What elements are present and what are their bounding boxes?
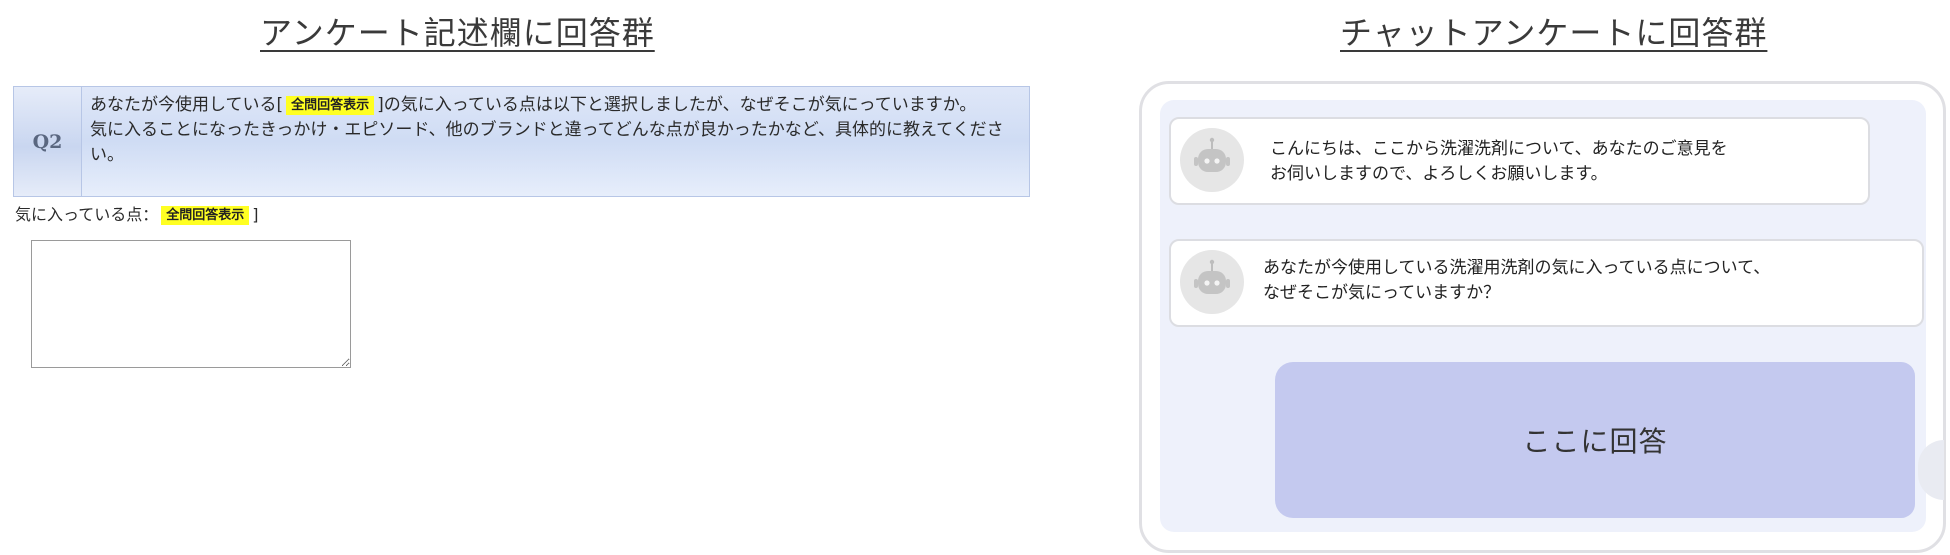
question-text: あなたが今使用している[全問回答表示]の気に入っている点は以下と選択しましたが、… — [82, 87, 1029, 196]
show-all-answers-link[interactable]: 全問回答表示 — [286, 96, 375, 115]
answer-textarea[interactable] — [31, 240, 351, 368]
robot-icon — [1180, 250, 1244, 314]
question-line-1: あなたが今使用している[全問回答表示]の気に入っている点は以下と選択しましたが、… — [90, 93, 1021, 118]
question-line-2: 気に入ることになったきっかけ・エピソード、他のブランドと違ってどんな点が良かった… — [90, 120, 1004, 165]
chat-survey-heading: チャットアンケートに回答群 — [1340, 14, 1768, 52]
survey-text-heading: アンケート記述欄に回答群 — [260, 14, 655, 52]
favorite-points-line: 気に入っている点： 全問回答表示] — [15, 201, 258, 225]
chat-reply-input[interactable]: ここに回答 — [1275, 362, 1915, 518]
bot-message-2-line-2: なぜそこが気にっていますか？ — [1263, 283, 1501, 303]
question-number: Q2 — [14, 87, 82, 196]
bot-message-2-line-1: あなたが今使用している洗濯用洗剤の気に入っている点について、 — [1263, 258, 1771, 278]
bot-message-1-line-2: お伺いしますので、よろしくお願いします。 — [1270, 164, 1608, 184]
bot-message-2-text: あなたが今使用している洗濯用洗剤の気に入っている点について、 なぜそこが気にって… — [1263, 256, 1770, 306]
question-line-1-prefix: あなたが今使用している[ — [90, 95, 284, 115]
favorite-close-bracket: ] — [252, 205, 259, 224]
question-table: Q2 あなたが今使用している[全問回答表示]の気に入っている点は以下と選択しまし… — [13, 86, 1030, 197]
robot-icon — [1180, 128, 1244, 192]
bot-message-1-text: こんにちは、ここから洗濯洗剤について、あなたのご意見を お伺いしますので、よろし… — [1270, 137, 1728, 187]
reply-placeholder: ここに回答 — [1522, 425, 1668, 458]
question-line-1-suffix: ]の気に入っている点は以下と選択しましたが、なぜそこが気にっていますか。 — [377, 95, 977, 115]
favorite-points-label: 気に入っている点： — [15, 205, 159, 224]
favorite-show-all-link[interactable]: 全問回答表示 — [161, 206, 250, 225]
bot-message-1-line-1: こんにちは、ここから洗濯洗剤について、あなたのご意見を — [1270, 139, 1728, 159]
